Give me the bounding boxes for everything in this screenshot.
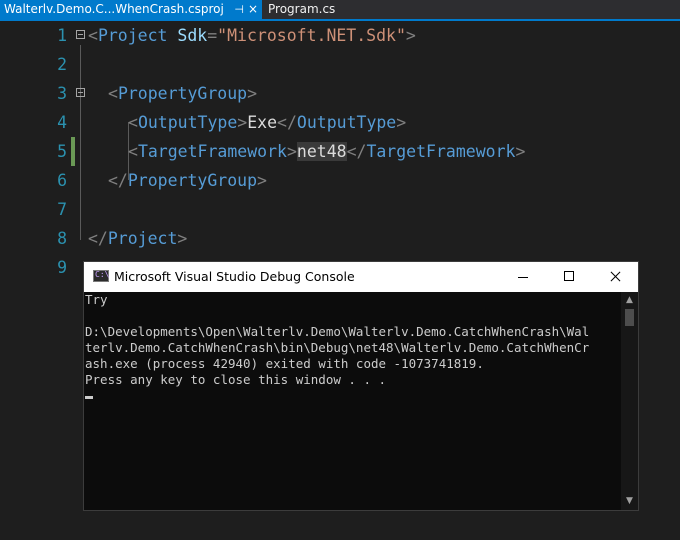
line-number: 6 (57, 171, 67, 190)
console-line: ash.exe (process 42940) exited with code… (85, 356, 484, 371)
line-number: 8 (57, 229, 67, 248)
xml-element-name: OutputType (137, 113, 238, 132)
xml-bracket: </ (346, 142, 367, 161)
debug-console-window[interactable]: C:\ Microsoft Visual Studio Debug Consol… (83, 261, 639, 511)
scroll-up-icon[interactable]: ▲ (621, 292, 638, 309)
close-window-button[interactable] (592, 262, 638, 292)
xml-bracket: </ (88, 229, 108, 248)
xml-bracket: </ (108, 171, 128, 190)
xml-bracket: > (247, 84, 258, 103)
code-line[interactable]: 8 </Project> (0, 224, 680, 253)
xml-bracket: > (257, 171, 267, 190)
code-line[interactable]: 6 </PropertyGroup> (0, 166, 680, 195)
tab-csproj[interactable]: Walterlv.Demo.C...WhenCrash.csproj ⊣ × (0, 0, 262, 19)
code-line[interactable]: 7 (0, 195, 680, 224)
line-number: 2 (57, 55, 67, 74)
code-line[interactable]: 3 <PropertyGroup> (0, 79, 680, 108)
xml-element-name: TargetFramework (137, 142, 287, 161)
line-number: 7 (57, 200, 67, 219)
xml-bracket: > (177, 229, 188, 248)
console-scrollbar[interactable]: ▲ ▼ (621, 292, 638, 510)
change-marker (71, 137, 75, 166)
xml-element-name: TargetFramework (366, 142, 516, 161)
console-app-icon: C:\ (93, 270, 109, 282)
xml-attribute-name: Sdk (177, 26, 208, 45)
line-number: 1 (57, 26, 67, 45)
console-line: D:\Developments\Open\Walterlv.Demo\Walte… (85, 324, 590, 339)
minimize-button[interactable] (500, 262, 546, 292)
xml-element-name: PropertyGroup (117, 84, 248, 103)
tab-program-cs-label: Program.cs (268, 2, 336, 16)
xml-bracket: < (128, 142, 138, 161)
xml-element-name: Project (97, 26, 168, 45)
xml-bracket: = (207, 26, 218, 45)
close-tab-icon[interactable]: × (248, 0, 258, 19)
xml-text (167, 26, 177, 45)
xml-bracket: > (515, 142, 526, 161)
collapse-icon[interactable] (76, 30, 85, 39)
tab-program-cs[interactable]: Program.cs (262, 0, 335, 19)
xml-element-name: Project (107, 229, 178, 248)
xml-text: Exe (247, 113, 278, 132)
code-line[interactable]: 4 <OutputType>Exe</OutputType> (0, 108, 680, 137)
xml-element-name: OutputType (296, 113, 397, 132)
pin-icon[interactable]: ⊣ (234, 0, 244, 19)
xml-bracket: < (128, 113, 138, 132)
scroll-down-icon[interactable]: ▼ (621, 493, 638, 510)
xml-text: net48 (296, 142, 347, 161)
xml-bracket: > (237, 113, 248, 132)
line-code: <Project Sdk="Microsoft.NET.Sdk"> (88, 21, 416, 50)
xml-bracket: > (396, 113, 407, 132)
console-line: terlv.Demo.CatchWhenCrash\bin\Debug\net4… (85, 340, 590, 355)
collapse-icon[interactable] (76, 88, 85, 97)
xml-bracket: > (405, 26, 416, 45)
tab-csproj-label: Walterlv.Demo.C...WhenCrash.csproj (4, 2, 224, 16)
line-code: <OutputType>Exe</OutputType> (128, 108, 406, 137)
line-number: 3 (57, 84, 67, 103)
document-tab-strip: Walterlv.Demo.C...WhenCrash.csproj ⊣ × P… (0, 0, 680, 21)
xml-string: "Microsoft.NET.Sdk" (217, 26, 406, 45)
maximize-button[interactable] (546, 262, 592, 292)
line-number: 4 (57, 113, 67, 132)
console-line: Press any key to close this window . . . (85, 372, 387, 387)
code-line[interactable]: 5 <TargetFramework>net48</TargetFramewor… (0, 137, 680, 166)
console-title: Microsoft Visual Studio Debug Console (114, 269, 355, 284)
scroll-thumb[interactable] (625, 309, 634, 326)
console-title-bar[interactable]: C:\ Microsoft Visual Studio Debug Consol… (84, 262, 638, 292)
xml-element-name: PropertyGroup (127, 171, 258, 190)
console-line: Try (85, 292, 108, 307)
line-code: <TargetFramework>net48</TargetFramework> (128, 137, 525, 166)
xml-bracket: < (88, 26, 98, 45)
line-code: </PropertyGroup> (108, 166, 267, 195)
xml-bracket: > (286, 142, 297, 161)
code-line[interactable]: 1 <Project Sdk="Microsoft.NET.Sdk"> (0, 21, 680, 50)
line-code: </Project> (88, 224, 187, 253)
console-cursor (85, 396, 93, 399)
line-number: 5 (57, 142, 67, 161)
console-output[interactable]: Try D:\Developments\Open\Walterlv.Demo\W… (84, 292, 622, 510)
code-line[interactable]: 2 (0, 50, 680, 79)
line-code: <PropertyGroup> (108, 79, 257, 108)
xml-bracket: < (108, 84, 118, 103)
xml-bracket: </ (277, 113, 297, 132)
line-number: 9 (57, 258, 67, 277)
